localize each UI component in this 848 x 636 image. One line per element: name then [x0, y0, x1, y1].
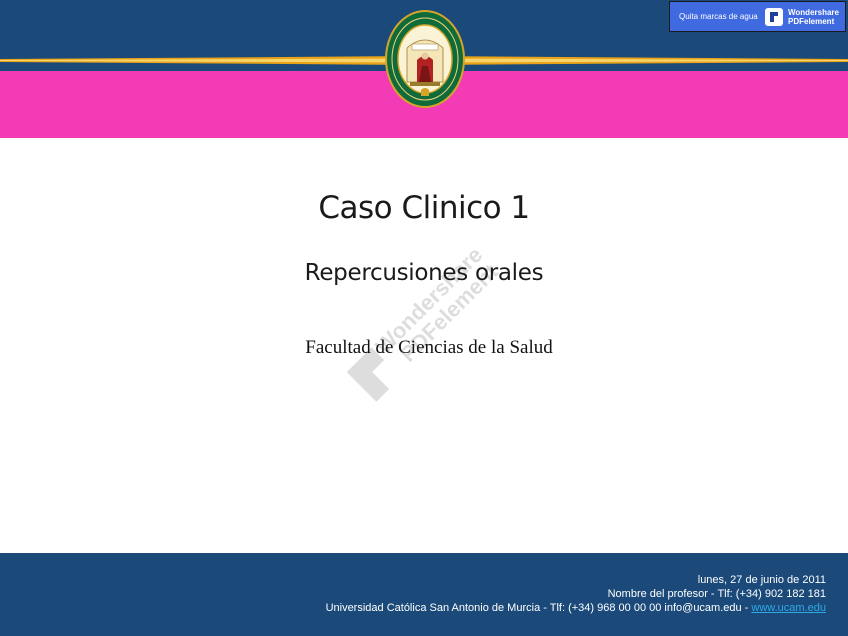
footer-professor: Nombre del profesor - Tlf: (+34) 902 182… [607, 588, 826, 600]
faculty-name: Facultad de Ciencias de la Salud [305, 337, 553, 358]
footer-info: lunes, 27 de junio de 2011 Nombre del pr… [326, 573, 826, 615]
slide-subtitle: Repercusiones orales [304, 260, 544, 286]
pdfelement-logo-icon [765, 7, 783, 26]
footer-university-line: Universidad Católica San Antonio de Murc… [326, 601, 826, 615]
pdfelement-brand: Wondershare PDFelement [788, 8, 839, 26]
university-seal-icon [385, 10, 465, 108]
slide-title: Caso Clinico 1 [318, 190, 530, 226]
remove-watermark-label: Quita marcas de agua [679, 12, 758, 21]
footer-date: lunes, 27 de junio de 2011 [697, 574, 826, 586]
pdfelement-watermark: Wondershare PDFelement [346, 242, 503, 402]
footer-band: lunes, 27 de junio de 2011 Nombre del pr… [0, 553, 848, 636]
brand-line-2: PDFelement [788, 16, 835, 26]
remove-watermark-button[interactable]: Quita marcas de agua Wondershare PDFelem… [669, 1, 846, 32]
ucam-website-link[interactable]: www.ucam.edu [751, 602, 826, 614]
footer-university: Universidad Católica San Antonio de Murc… [325, 602, 752, 614]
brand-line-1: Wondershare [788, 7, 839, 17]
